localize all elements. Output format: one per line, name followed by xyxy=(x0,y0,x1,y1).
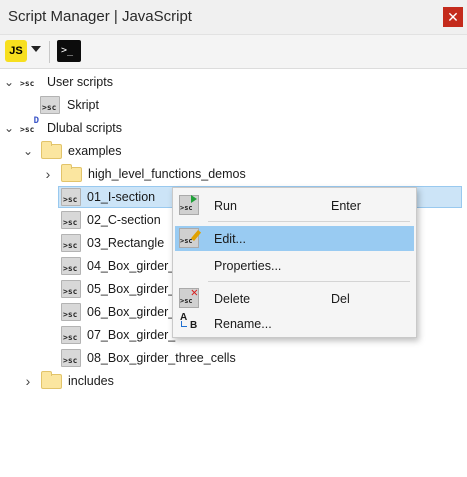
chevron-down-icon[interactable]: ⌄ xyxy=(22,145,34,157)
menu-divider xyxy=(208,281,410,282)
red-x-icon: ✕ xyxy=(190,285,198,299)
menu-item-shortcut: Enter xyxy=(331,199,361,213)
menu-item-edit[interactable]: >sc Edit... xyxy=(175,226,414,251)
tree-node-high-level-functions-demos[interactable]: › high_level_functions_demos xyxy=(0,163,467,186)
pencil-icon xyxy=(190,230,202,241)
js-icon: JS xyxy=(9,45,23,57)
script-icon: >sc xyxy=(61,303,81,321)
menu-divider xyxy=(208,221,410,222)
play-icon xyxy=(191,195,197,203)
chevron-right-icon[interactable]: › xyxy=(22,374,34,388)
menu-item-run[interactable]: >sc Run Enter xyxy=(175,193,414,218)
menu-item-shortcut: Del xyxy=(331,292,350,306)
script-icon: >sc xyxy=(61,188,81,206)
script-icon: >sc xyxy=(61,349,81,367)
tree-node-label: includes xyxy=(68,374,114,388)
rename-icon: A B xyxy=(180,312,198,331)
tree-node-label: Dlubal scripts xyxy=(47,121,123,135)
tree-node-dlubal-scripts[interactable]: ⌄ >sc D Dlubal scripts xyxy=(0,116,467,140)
tree-node-label: 06_Box_girder_ xyxy=(87,305,176,319)
script-manager-window: Script Manager | JavaScript ✕ JS >_ ⌄ >s… xyxy=(0,0,467,477)
tree-node-label: high_level_functions_demos xyxy=(88,167,246,181)
edit-icon: >sc xyxy=(179,228,202,248)
tree-node-file[interactable]: >sc 08_Box_girder_three_cells xyxy=(0,347,467,370)
script-icon: >sc xyxy=(61,326,81,344)
delete-icon: >sc ✕ xyxy=(179,285,199,308)
chevron-down-icon[interactable]: ⌄ xyxy=(3,122,15,134)
close-button[interactable]: ✕ xyxy=(443,7,463,27)
tree-node-label: 07_Box_girder_ xyxy=(87,328,176,342)
script-icon: >sc xyxy=(61,280,81,298)
chevron-down-icon[interactable] xyxy=(31,46,41,52)
script-icon: >sc xyxy=(61,234,81,252)
tree-node-label: 02_C-section xyxy=(87,213,161,227)
title-bar: Script Manager | JavaScript ✕ xyxy=(0,0,467,35)
tree-node-label: User scripts xyxy=(47,75,113,89)
toolbar-divider xyxy=(49,41,50,63)
folder-icon xyxy=(41,141,62,159)
tree-node-label: examples xyxy=(68,144,122,158)
menu-item-label: Delete xyxy=(214,292,251,306)
tree-node-skript[interactable]: >sc Skript xyxy=(0,94,467,117)
script-icon: >sc xyxy=(61,211,81,229)
tree-node-user-scripts[interactable]: ⌄ >sc User scripts xyxy=(0,71,467,94)
close-icon: ✕ xyxy=(447,9,459,25)
menu-item-label: Run xyxy=(214,199,237,213)
folder-icon xyxy=(41,371,62,389)
window-title: Script Manager | JavaScript xyxy=(8,8,192,25)
menu-item-rename[interactable]: A B Rename... xyxy=(175,311,414,336)
menu-item-label: Edit... xyxy=(214,232,246,246)
tree-node-label: 08_Box_girder_three_cells xyxy=(87,351,236,365)
terminal-icon: >_ xyxy=(61,45,74,56)
js-language-button[interactable]: JS xyxy=(5,40,27,62)
tree-node-examples[interactable]: ⌄ examples xyxy=(0,140,467,163)
run-icon: >sc xyxy=(179,195,199,215)
toolbar: JS >_ xyxy=(0,35,467,69)
menu-item-delete[interactable]: >sc ✕ Delete Del xyxy=(175,286,414,311)
menu-item-properties[interactable]: Properties... xyxy=(175,253,414,278)
folder-icon xyxy=(61,164,82,182)
menu-item-label: Properties... xyxy=(214,259,282,273)
tree-node-label: 05_Box_girder_ xyxy=(87,282,176,296)
tree-node-includes[interactable]: › includes xyxy=(0,370,467,393)
context-menu: >sc Run Enter >sc Edit... Properties... … xyxy=(172,187,417,338)
tree-node-label: 04_Box_girder_ xyxy=(87,259,176,273)
dlubal-script-icon: >sc D xyxy=(20,116,39,134)
tree-node-label: 01_I-section xyxy=(87,190,156,204)
chevron-down-icon[interactable]: ⌄ xyxy=(3,76,15,88)
script-icon: >sc xyxy=(20,79,35,88)
chevron-right-icon[interactable]: › xyxy=(42,167,54,181)
script-icon: >sc xyxy=(40,96,60,114)
dlubal-badge-icon: D xyxy=(33,116,39,126)
menu-item-label: Rename... xyxy=(214,317,272,331)
console-button[interactable]: >_ xyxy=(57,40,81,62)
script-icon: >sc xyxy=(61,257,81,275)
tree-node-label: 03_Rectangle xyxy=(87,236,165,250)
tree-node-label: Skript xyxy=(67,98,99,112)
